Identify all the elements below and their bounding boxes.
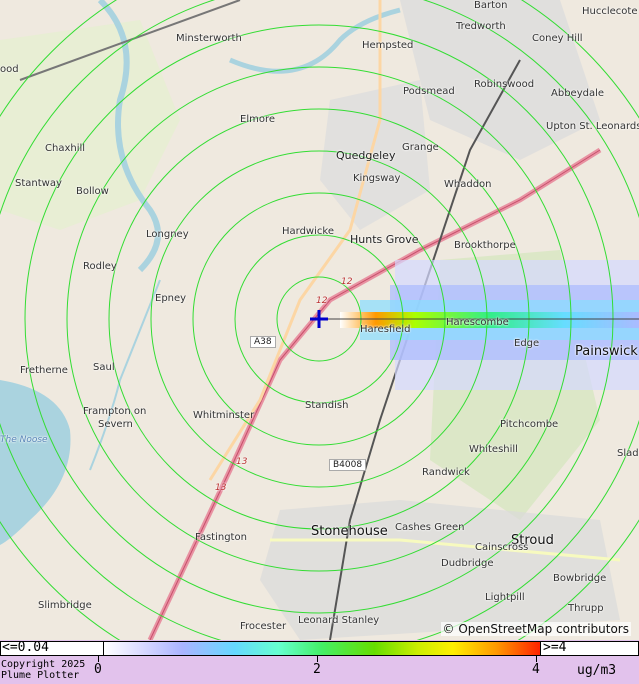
- place-label: Leonard Stanley: [298, 615, 380, 626]
- place-label: Cainscross: [475, 542, 529, 553]
- place-label: Fastington: [195, 532, 247, 543]
- place-label: Slimbridge: [38, 600, 92, 611]
- place-label: Fretherne: [20, 365, 68, 376]
- place-label: Slad: [617, 448, 639, 459]
- place-label: Minsterworth: [176, 33, 242, 44]
- place-label: Lightpill: [485, 592, 525, 603]
- road-label-b4008: B4008: [329, 459, 367, 471]
- place-label: Stonehouse: [311, 524, 388, 539]
- place-label: Epney: [155, 293, 187, 304]
- place-label: Randwick: [422, 467, 470, 478]
- place-label: Whiteshill: [469, 444, 518, 455]
- place-label: Pitchcombe: [500, 419, 559, 430]
- place-label: Hucclecote: [582, 6, 638, 17]
- place-label: Frocester: [240, 621, 287, 632]
- junction-number: 13: [215, 483, 227, 493]
- place-label: Severn: [98, 419, 133, 430]
- place-label: Bowbridge: [553, 573, 607, 584]
- place-label: Rodley: [83, 261, 117, 272]
- place-label: Robinswood: [474, 79, 535, 90]
- place-label: Elmore: [240, 114, 275, 125]
- copyright-line: Copyright 2025: [1, 659, 86, 670]
- legend-low-label: <=0.04: [2, 640, 49, 655]
- place-label: Tredworth: [456, 21, 506, 32]
- place-label: Edge: [514, 338, 540, 349]
- copyright-line: Plume Plotter: [1, 670, 80, 681]
- place-label: Painswick: [575, 344, 638, 359]
- place-label: Haresfield: [360, 324, 411, 335]
- junction-number: 12: [316, 296, 328, 306]
- place-label: Grange: [402, 142, 439, 153]
- place-label: Quedgeley: [336, 149, 396, 162]
- junction-number: 12: [341, 277, 353, 287]
- place-label: Standish: [305, 400, 349, 411]
- place-label: The Noose: [0, 435, 48, 445]
- place-label: Bollow: [76, 186, 109, 197]
- source-cross-icon[interactable]: [309, 309, 329, 329]
- place-label: Longney: [146, 229, 189, 240]
- legend-color-scale: [104, 641, 540, 656]
- legend-tick-label: 0: [94, 662, 102, 677]
- place-label: ood: [0, 64, 19, 75]
- place-label: Frampton on: [83, 406, 147, 417]
- place-label: Hunts Grove: [350, 233, 419, 246]
- place-label: Chaxhill: [45, 143, 86, 154]
- place-label: Harescombe: [446, 317, 509, 328]
- legend-tick-label: 2: [313, 662, 321, 677]
- place-label: Thrupp: [568, 603, 604, 614]
- junction-number: 13: [236, 457, 248, 467]
- place-label: Brookthorpe: [454, 240, 516, 251]
- legend-unit: ug/m3: [577, 663, 617, 678]
- place-label: Abbeydale: [551, 88, 605, 99]
- place-label: Hempsted: [362, 40, 414, 51]
- road-label-a38: A38: [250, 336, 276, 348]
- legend-tick-label: 4: [532, 662, 540, 677]
- place-label: Podsmead: [403, 86, 455, 97]
- map-attribution: © OpenStreetMap contributors: [440, 622, 631, 636]
- place-label: Upton St. Leonards: [546, 121, 639, 132]
- place-label: Hardwicke: [282, 226, 334, 237]
- legend: <=0.04 >=4 0 2 4 ug/m3 Copyright 2025 Pl…: [0, 640, 639, 684]
- place-label: Barton: [474, 0, 508, 11]
- place-label: Stantway: [15, 178, 62, 189]
- legend-high-label: >=4: [543, 640, 567, 655]
- place-label: Coney Hill: [532, 33, 583, 44]
- place-label: Saul: [93, 362, 115, 373]
- place-label: Cashes Green: [395, 522, 465, 533]
- map-view[interactable]: Barton Hucclecote Minsterworth Hempsted …: [0, 0, 639, 640]
- place-label: Whitminster: [193, 410, 255, 421]
- place-label: Dudbridge: [441, 558, 494, 569]
- place-label: Whaddon: [444, 179, 492, 190]
- place-label: Kingsway: [353, 173, 401, 184]
